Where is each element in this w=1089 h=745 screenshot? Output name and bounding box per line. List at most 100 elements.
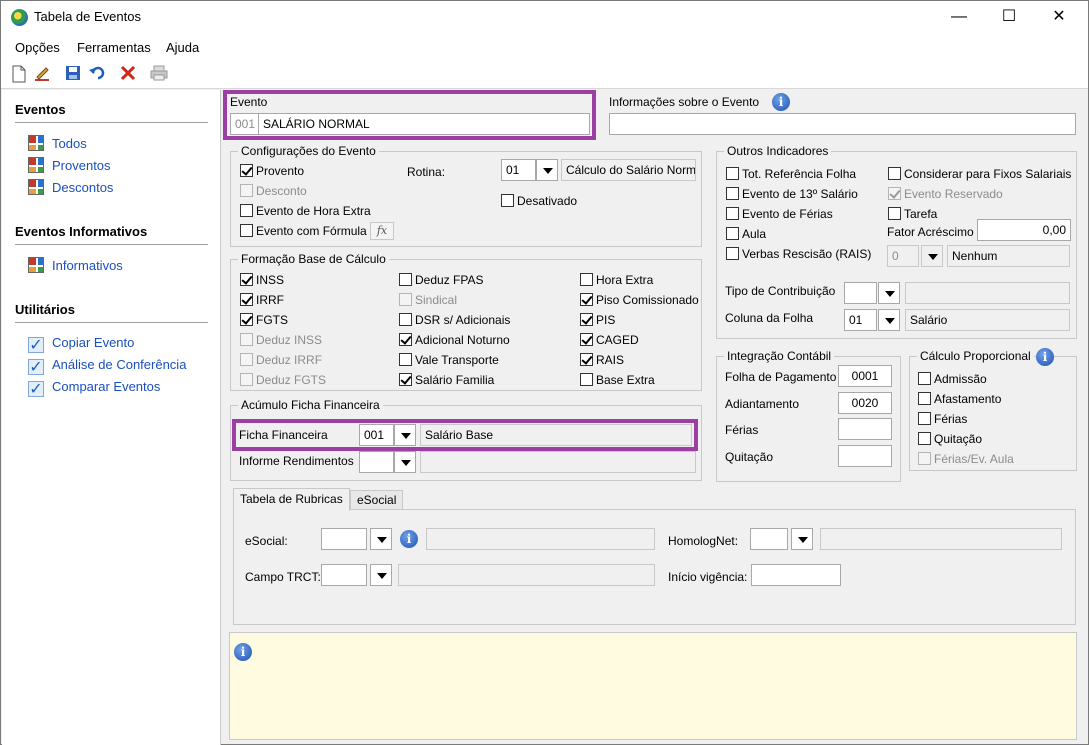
edit-pencil-icon[interactable] bbox=[32, 65, 52, 85]
checkbox-label: Desconto bbox=[256, 184, 307, 198]
rotina-code-field[interactable]: 01 bbox=[501, 159, 536, 181]
quitacao-proporcional-checkbox[interactable]: Quitação bbox=[918, 432, 982, 448]
rais-checkbox[interactable]: RAIS bbox=[580, 353, 624, 369]
desativado-checkbox[interactable]: Desativado bbox=[501, 194, 577, 210]
fixos-salariais-checkbox[interactable]: Considerar para Fixos Salariais bbox=[888, 167, 1071, 183]
checkbox-label: Evento de Férias bbox=[742, 207, 833, 221]
verbas-dropdown-button[interactable] bbox=[921, 245, 943, 267]
save-icon[interactable] bbox=[63, 65, 83, 85]
coluna-folha-code-field[interactable]: 01 bbox=[844, 309, 877, 331]
esocial-field[interactable] bbox=[321, 528, 367, 550]
info-icon[interactable]: i bbox=[1036, 348, 1054, 366]
homolognet-dropdown-button[interactable] bbox=[791, 528, 813, 550]
undo-icon[interactable] bbox=[87, 65, 107, 85]
fator-acrescimo-label: Fator Acréscimo bbox=[887, 225, 974, 239]
deduz-fgts-checkbox[interactable]: Deduz FGTS bbox=[240, 373, 326, 389]
tipo-contribuicao-code-field[interactable] bbox=[844, 282, 877, 304]
sidebar-item-analise-conferencia[interactable]: ✓ Análise de Conferência bbox=[28, 357, 186, 376]
info-icon[interactable]: i bbox=[772, 93, 790, 111]
ficha-dropdown-button[interactable] bbox=[394, 424, 416, 446]
ferias-proporcional-checkbox[interactable]: Férias bbox=[918, 412, 967, 428]
sidebar-item-descontos[interactable]: Descontos bbox=[28, 179, 113, 195]
delete-icon[interactable] bbox=[118, 65, 138, 85]
evento-name-field[interactable]: SALÁRIO NORMAL bbox=[258, 113, 590, 135]
sidebar-item-label: Copiar Evento bbox=[52, 335, 135, 350]
tipo-contribuicao-dropdown-button[interactable] bbox=[878, 282, 900, 304]
deduz-fpas-checkbox[interactable]: Deduz FPAS bbox=[399, 273, 483, 289]
hora-extra-base-checkbox[interactable]: Hora Extra bbox=[580, 273, 653, 289]
sidebar-item-comparar-eventos[interactable]: ✓ Comparar Eventos bbox=[28, 379, 160, 398]
piso-comissionado-checkbox[interactable]: Piso Comissionado bbox=[580, 293, 699, 309]
menu-ajuda[interactable]: Ajuda bbox=[166, 40, 199, 55]
provento-checkbox[interactable]: Provento bbox=[240, 164, 304, 180]
sidebar-item-proventos[interactable]: Proventos bbox=[28, 157, 111, 173]
print-icon[interactable] bbox=[149, 65, 169, 85]
info-evento-field[interactable] bbox=[609, 113, 1076, 135]
informe-code-field[interactable] bbox=[359, 451, 394, 473]
dsr-adicionais-checkbox[interactable]: DSR s/ Adicionais bbox=[399, 313, 510, 329]
verbas-rescisao-checkbox[interactable]: Verbas Rescisão (RAIS) bbox=[726, 247, 871, 263]
app-window: Tabela de Eventos — ☐ ✕ Opções Ferrament… bbox=[0, 0, 1089, 745]
folha-pagamento-field[interactable]: 0001 bbox=[838, 365, 892, 387]
formula-fx-button[interactable]: fx bbox=[370, 222, 394, 240]
evento-reservado-checkbox[interactable]: Evento Reservado bbox=[888, 187, 1003, 203]
maximize-button[interactable]: ☐ bbox=[986, 1, 1032, 33]
checkbox-label: DSR s/ Adicionais bbox=[415, 313, 511, 327]
ficha-financeira-label: Ficha Financeira bbox=[239, 428, 328, 442]
coluna-folha-dropdown-button[interactable] bbox=[878, 309, 900, 331]
sidebar-item-todos[interactable]: Todos bbox=[28, 135, 87, 151]
checkbox-label: Vale Transporte bbox=[415, 353, 499, 367]
salario-familia-checkbox[interactable]: Salário Familia bbox=[399, 373, 494, 389]
tarefa-checkbox[interactable]: Tarefa bbox=[888, 207, 937, 223]
vale-transporte-checkbox[interactable]: Vale Transporte bbox=[399, 353, 499, 369]
tab-tabela-rubricas[interactable]: Tabela de Rubricas bbox=[233, 488, 350, 511]
inicio-vigencia-field[interactable] bbox=[751, 564, 841, 586]
caged-checkbox[interactable]: CAGED bbox=[580, 333, 639, 349]
evento-13-checkbox[interactable]: Evento de 13º Salário bbox=[726, 187, 858, 203]
esocial-dropdown-button[interactable] bbox=[370, 528, 392, 550]
close-window-button[interactable]: ✕ bbox=[1036, 1, 1082, 33]
sindical-checkbox[interactable]: Sindical bbox=[399, 293, 457, 309]
checkbox-box bbox=[726, 247, 739, 260]
sidebar-item-informativos[interactable]: Informativos bbox=[28, 257, 123, 273]
irrf-checkbox[interactable]: IRRF bbox=[240, 293, 284, 309]
formula-checkbox[interactable]: Evento com Fórmula bbox=[240, 224, 367, 240]
pis-checkbox[interactable]: PIS bbox=[580, 313, 615, 329]
ferias-ev-aula-checkbox[interactable]: Férias/Ev. Aula bbox=[918, 452, 1014, 468]
aula-checkbox[interactable]: Aula bbox=[726, 227, 766, 243]
informe-dropdown-button[interactable] bbox=[394, 451, 416, 473]
hora-extra-checkbox[interactable]: Evento de Hora Extra bbox=[240, 204, 371, 220]
fgts-checkbox[interactable]: FGTS bbox=[240, 313, 288, 329]
tot-referencia-checkbox[interactable]: Tot. Referência Folha bbox=[726, 167, 856, 183]
ficha-code-field[interactable]: 001 bbox=[359, 424, 394, 446]
evento-label: Evento bbox=[230, 95, 268, 109]
adicional-noturno-checkbox[interactable]: Adicional Noturno bbox=[399, 333, 510, 349]
afastamento-checkbox[interactable]: Afastamento bbox=[918, 392, 1001, 408]
fator-acrescimo-field[interactable]: 0,00 bbox=[977, 219, 1071, 241]
info-icon[interactable]: i bbox=[400, 530, 418, 548]
admissao-checkbox[interactable]: Admissão bbox=[918, 372, 987, 388]
evento-code-field[interactable]: 001 bbox=[230, 113, 259, 135]
checkbox-label: Evento com Fórmula bbox=[256, 224, 367, 238]
deduz-irrf-checkbox[interactable]: Deduz IRRF bbox=[240, 353, 322, 369]
tab-esocial[interactable]: eSocial bbox=[350, 490, 404, 509]
quitacao-contabil-field[interactable] bbox=[838, 445, 892, 467]
menu-opcoes[interactable]: Opções bbox=[15, 40, 60, 55]
deduz-inss-checkbox[interactable]: Deduz INSS bbox=[240, 333, 322, 349]
checkbox-box bbox=[726, 227, 739, 240]
menu-ferramentas[interactable]: Ferramentas bbox=[77, 40, 151, 55]
campo-trct-dropdown-button[interactable] bbox=[370, 564, 392, 586]
inss-checkbox[interactable]: INSS bbox=[240, 273, 284, 289]
sidebar-item-copiar-evento[interactable]: ✓ Copiar Evento bbox=[28, 335, 135, 354]
evento-ferias-checkbox[interactable]: Evento de Férias bbox=[726, 207, 833, 223]
checkbox-box bbox=[726, 167, 739, 180]
desconto-checkbox[interactable]: Desconto bbox=[240, 184, 307, 200]
minimize-button[interactable]: — bbox=[936, 1, 982, 33]
new-document-icon[interactable] bbox=[9, 65, 29, 85]
base-extra-checkbox[interactable]: Base Extra bbox=[580, 373, 655, 389]
rotina-dropdown-button[interactable] bbox=[536, 159, 558, 181]
ferias-contabil-field[interactable] bbox=[838, 418, 892, 440]
adiantamento-field[interactable]: 0020 bbox=[838, 392, 892, 414]
campo-trct-field[interactable] bbox=[321, 564, 367, 586]
homolognet-field[interactable] bbox=[750, 528, 788, 550]
